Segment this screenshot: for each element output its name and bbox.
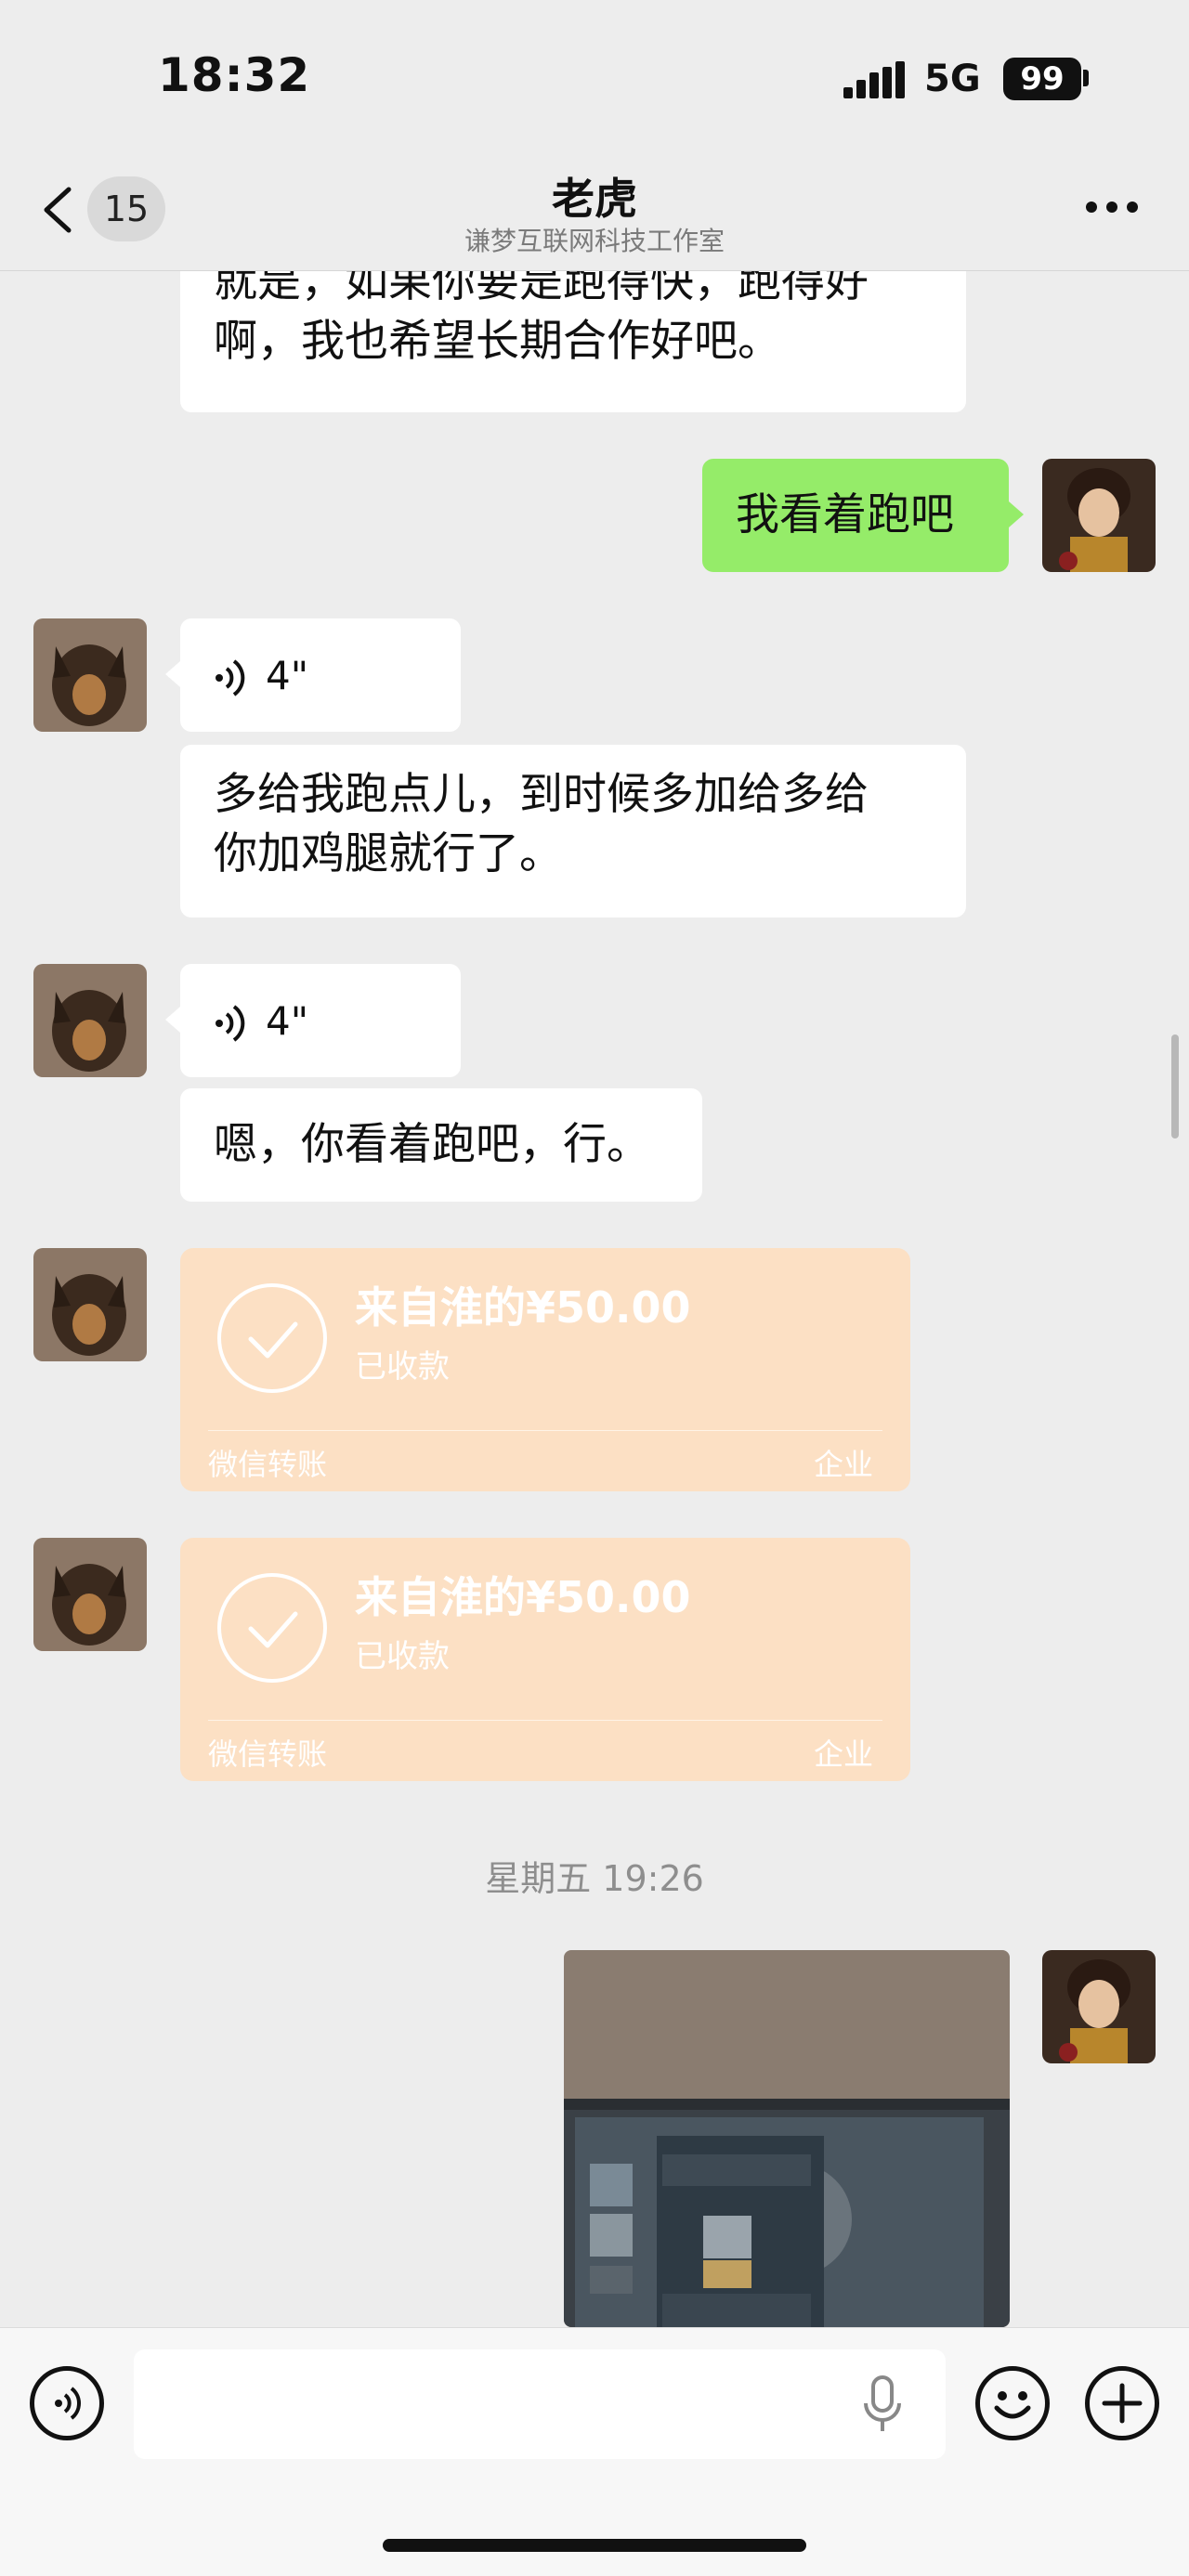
status-time: 18:32	[158, 48, 311, 102]
voice-wave-icon	[216, 1004, 245, 1042]
cellular-signal-icon	[843, 61, 905, 98]
image-message[interactable]	[564, 1950, 1010, 2327]
message-bubble-left[interactable]: 就是，如果你要是跑得快，跑得好 啊，我也希望长期合作好吧。	[180, 249, 966, 412]
transfer-account-type: 企业	[813, 1447, 873, 1482]
message-line: 多给我跑点儿，到时候多加给多给	[214, 769, 869, 820]
contact-avatar[interactable]	[33, 964, 147, 1077]
network-type: 5G	[924, 58, 981, 100]
transfer-type: 微信转账	[208, 1447, 328, 1482]
message-line: 你加鸡腿就行了。	[214, 828, 563, 879]
self-avatar[interactable]	[1042, 1950, 1156, 2063]
transfer-status: 已收款	[355, 1348, 450, 1386]
plus-icon[interactable]	[1085, 2366, 1159, 2440]
bubble-tail	[1009, 501, 1024, 527]
transfer-status: 已收款	[355, 1638, 450, 1675]
received-check-icon	[217, 1283, 327, 1393]
message-text: 嗯，你看着跑吧，行。	[214, 1119, 650, 1170]
transfer-card[interactable]: 来自淮的¥50.00 已收款 微信转账 企业	[180, 1248, 910, 1491]
avatar-image	[1042, 459, 1156, 572]
avatar-image	[33, 618, 147, 732]
chat-title: 老虎	[552, 174, 637, 224]
avatar-image	[33, 1248, 147, 1361]
voice-wave-icon	[216, 658, 245, 696]
battery-level: 99	[1003, 58, 1081, 100]
voice-duration: 4"	[266, 653, 309, 698]
microphone-icon[interactable]	[862, 2375, 903, 2435]
voice-duration: 4"	[266, 998, 309, 1044]
contact-avatar[interactable]	[33, 618, 147, 732]
message-text: 我看着跑吧	[736, 489, 954, 540]
transfer-card[interactable]: 来自淮的¥50.00 已收款 微信转账 企业	[180, 1538, 910, 1781]
message-input[interactable]	[134, 2349, 946, 2459]
message-timestamp: 星期五 19:26	[485, 1858, 704, 1899]
avatar-image	[1042, 1950, 1156, 2063]
transfer-type: 微信转账	[208, 1737, 328, 1772]
voice-mode-icon[interactable]	[30, 2366, 104, 2440]
message-line: 啊，我也希望长期合作好吧。	[214, 316, 781, 367]
received-check-icon	[217, 1573, 327, 1683]
message-bubble-right[interactable]: 我看着跑吧	[702, 459, 1009, 572]
voice-message[interactable]: 4"	[180, 618, 461, 732]
bubble-tail	[165, 661, 180, 687]
message-bubble-left[interactable]: 多给我跑点儿，到时候多加给多给 你加鸡腿就行了。	[180, 745, 966, 917]
avatar-image	[33, 1538, 147, 1651]
emoji-icon[interactable]	[975, 2366, 1050, 2440]
bubble-tail	[165, 1007, 180, 1033]
message-bubble-left[interactable]: 嗯，你看着跑吧，行。	[180, 1088, 702, 1202]
battery-icon	[1083, 70, 1089, 86]
contact-avatar[interactable]	[33, 1538, 147, 1651]
divider	[208, 1720, 882, 1721]
contact-avatar[interactable]	[33, 1248, 147, 1361]
divider	[208, 1430, 882, 1431]
chat-subtitle: 谦梦互联网科技工作室	[464, 226, 725, 256]
self-avatar[interactable]	[1042, 459, 1156, 572]
photo-icon	[564, 1950, 1010, 2327]
more-dots-icon[interactable]	[1085, 201, 1139, 214]
transfer-amount: 来自淮的¥50.00	[355, 1572, 691, 1622]
voice-message[interactable]: 4"	[180, 964, 461, 1077]
transfer-account-type: 企业	[813, 1737, 873, 1772]
transfer-amount: 来自淮的¥50.00	[355, 1282, 691, 1333]
home-indicator[interactable]	[383, 2539, 806, 2552]
scroll-indicator[interactable]	[1171, 1034, 1179, 1138]
avatar-image	[33, 964, 147, 1077]
